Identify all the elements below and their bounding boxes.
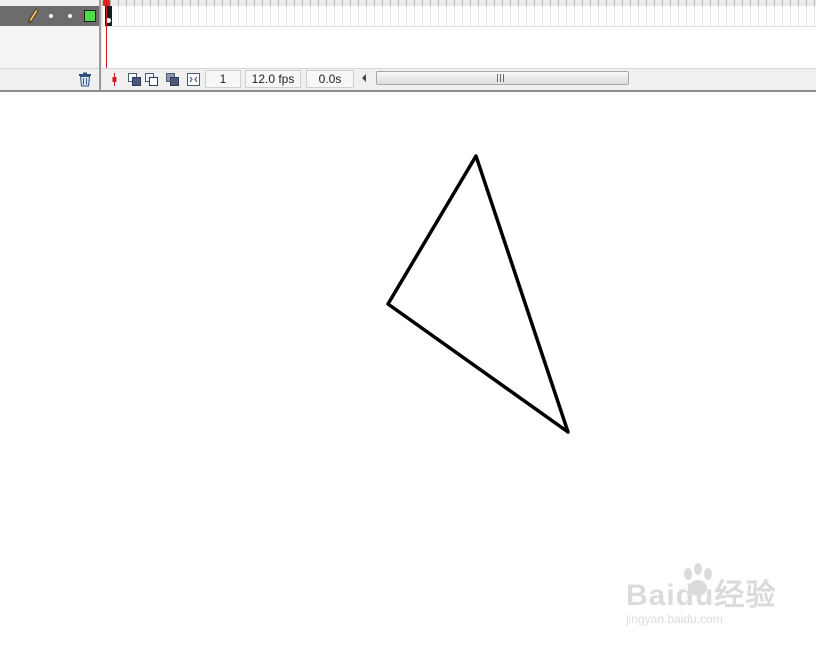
frame-row[interactable] [102, 6, 816, 27]
layers-empty-area [0, 26, 99, 68]
layers-pane [0, 0, 99, 91]
horizontal-scrollbar[interactable] [376, 71, 629, 85]
pencil-icon [28, 8, 39, 24]
modify-onion-markers-icon[interactable] [186, 72, 201, 87]
timeline-footer: 1 12.0 fps 0.0s [102, 68, 816, 91]
frames-grid[interactable] [102, 0, 816, 68]
edit-multiple-frames-icon[interactable] [165, 72, 180, 87]
outline-color-box[interactable] [84, 10, 96, 22]
layers-footer [0, 68, 99, 91]
lock-toggle[interactable] [68, 14, 72, 18]
onion-skin-icon[interactable] [127, 72, 142, 87]
watermark-url: jingyan.baidu.com [626, 612, 723, 626]
visibility-toggle[interactable] [49, 14, 53, 18]
onion-skin-outlines-icon[interactable] [144, 72, 159, 87]
current-frame-field[interactable]: 1 [205, 70, 241, 88]
timeline-panel: 1 12.0 fps 0.0s [0, 0, 816, 91]
scrollbar-grip[interactable] [497, 74, 505, 82]
watermark-brand: Baidu经验 [626, 579, 777, 612]
watermark: Baidu经验 jingyan.baidu.com [622, 562, 782, 632]
trash-icon[interactable] [78, 72, 92, 87]
center-frame-icon[interactable] [107, 72, 122, 87]
triangle-shape[interactable] [386, 154, 570, 434]
layer-row[interactable] [0, 6, 99, 26]
scroll-left-arrow-icon[interactable] [362, 74, 366, 82]
elapsed-time-field: 0.0s [306, 70, 354, 88]
frame-rate-field[interactable]: 12.0 fps [245, 70, 301, 88]
playhead-line [106, 0, 107, 68]
